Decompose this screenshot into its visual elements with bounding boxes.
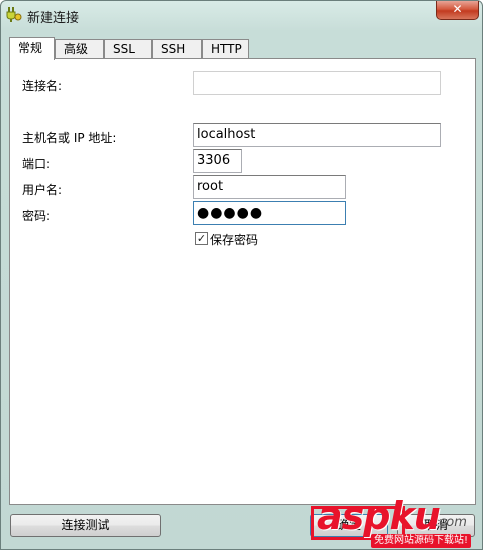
port-label: 端口: (22, 157, 51, 171)
password-label: 密码: (22, 209, 51, 223)
host-input[interactable]: localhost (193, 123, 441, 147)
window-title: 新建连接 (27, 11, 80, 26)
tab-label: SSL (113, 42, 135, 56)
watermark-brand: aspku (317, 494, 441, 538)
tab-label: SSH (161, 42, 186, 56)
general-panel: 连接名: 主机名或 IP 地址: localhost 端口: 3306 用户名:… (9, 58, 476, 505)
title-bar[interactable]: 新建连接 ✕ (1, 1, 482, 31)
password-input[interactable]: ●●●●● (193, 201, 346, 225)
button-label: 连接测试 (61, 518, 110, 532)
watermark-subtitle: 免费网站源码下载站! (371, 534, 472, 548)
username-label: 用户名: (22, 183, 63, 197)
username-input[interactable]: root (193, 175, 346, 199)
close-icon: ✕ (452, 2, 463, 16)
tab-ssh[interactable]: SSH (152, 39, 202, 59)
checkmark-icon: ✓ (196, 232, 207, 245)
connection-plug-icon (6, 7, 22, 22)
tab-label: HTTP (211, 42, 242, 56)
watermark-domain: .com (435, 515, 467, 530)
tab-ssl[interactable]: SSL (104, 39, 152, 59)
port-input[interactable]: 3306 (193, 149, 242, 173)
save-password-label[interactable]: 保存密码 (210, 231, 258, 248)
tab-label: 常规 (18, 41, 43, 55)
tab-label: 高级 (64, 42, 89, 56)
new-connection-dialog: 新建连接 ✕ 常规 高级 SSL SSH HTTP 连接名: 主机名或 IP 地… (0, 0, 483, 550)
tab-general[interactable]: 常规 (9, 37, 55, 60)
connection-name-label: 连接名: (22, 79, 63, 93)
save-password-checkbox[interactable]: ✓ (195, 232, 208, 245)
tab-advanced[interactable]: 高级 (55, 39, 104, 59)
close-button[interactable]: ✕ (436, 1, 479, 20)
test-connection-button[interactable]: 连接测试 (10, 514, 161, 537)
connection-name-input[interactable] (193, 71, 441, 95)
host-label: 主机名或 IP 地址: (22, 131, 117, 145)
tab-http[interactable]: HTTP (202, 39, 249, 59)
watermark-logo: aspku .com 免费网站源码下载站! (309, 494, 483, 550)
